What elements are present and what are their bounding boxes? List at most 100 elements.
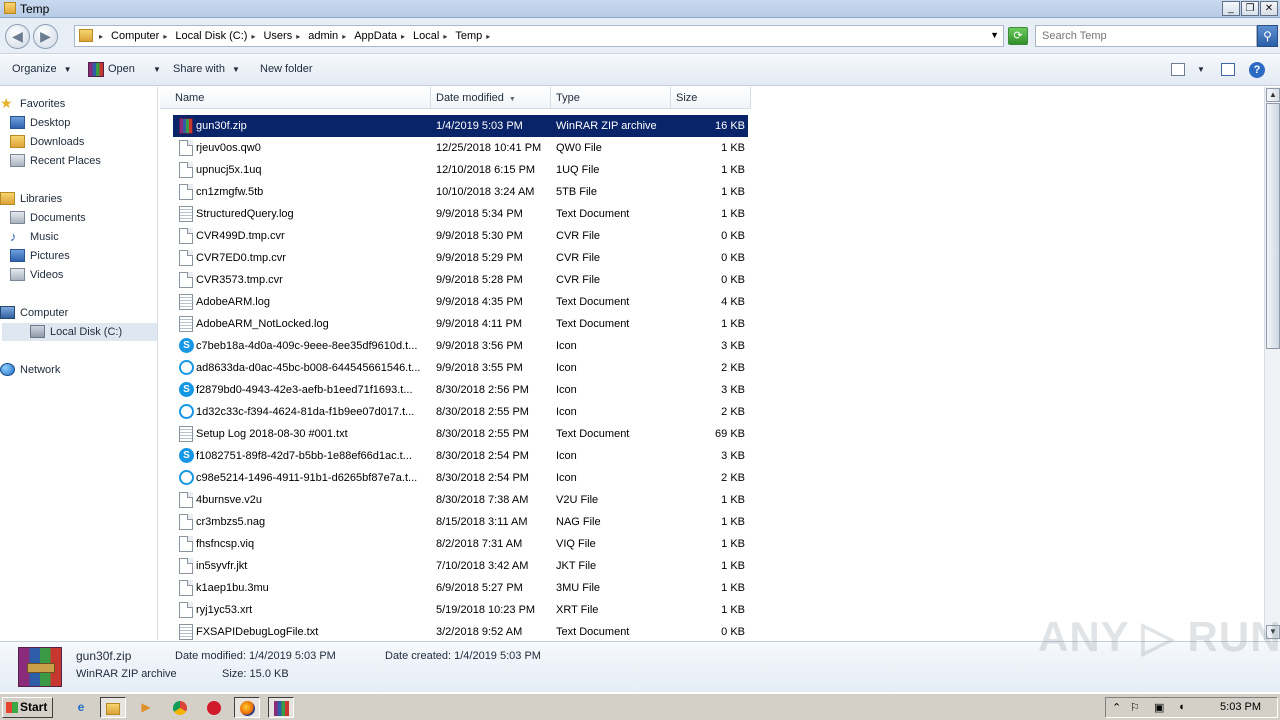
open-button[interactable]: Open: [108, 63, 135, 75]
file-row[interactable]: CVR7ED0.tmp.cvr 9/9/2018 5:29 PM CVR File 0…: [173, 247, 748, 269]
crumb-temp[interactable]: Temp: [455, 30, 482, 42]
file-row[interactable]: AdobeARM.log 9/9/2018 4:35 PM Text Documen…: [173, 291, 748, 313]
clock[interactable]: 5:03 PM: [1220, 701, 1261, 713]
file-row[interactable]: cr3mbzs5.nag 8/15/2018 3:11 AM NAG File 1 K…: [173, 511, 748, 533]
refresh-button[interactable]: ⟳: [1008, 27, 1028, 45]
close-button[interactable]: ✕: [1260, 1, 1278, 16]
chevron-right-icon[interactable]: ▸: [486, 32, 490, 41]
nav-desktop[interactable]: Desktop: [10, 114, 70, 132]
internet-explorer-icon[interactable]: e: [68, 697, 94, 718]
crumb-users[interactable]: Users: [263, 30, 292, 42]
file-row[interactable]: Sf2879bd0-4943-42e3-aefb-b1eed71f1693.t.…: [173, 379, 748, 401]
scroll-up-button[interactable]: ▲: [1266, 88, 1280, 102]
file-row[interactable]: CVR3573.tmp.cvr 9/9/2018 5:28 PM CVR File 0…: [173, 269, 748, 291]
file-row[interactable]: upnucj5x.1uq 12/10/2018 6:15 PM 1UQ File 1 …: [173, 159, 748, 181]
share-with-menu[interactable]: Share with ▼: [173, 63, 240, 75]
column-header-name[interactable]: Name: [160, 87, 431, 109]
help-icon[interactable]: ?: [1249, 62, 1265, 78]
search-box[interactable]: [1035, 25, 1257, 47]
crumb-admin[interactable]: admin: [308, 30, 338, 42]
size-value: 15.0 KB: [249, 668, 289, 680]
firefox-icon[interactable]: [234, 697, 260, 718]
file-row[interactable]: AdobeARM_NotLocked.log 9/9/2018 4:11 PM Te…: [173, 313, 748, 335]
file-row[interactable]: k1aep1bu.3mu 6/9/2018 5:27 PM 3MU File 1 KB: [173, 577, 748, 599]
file-row[interactable]: gun30f.zip 1/4/2019 5:03 PM WinRAR ZIP arc…: [173, 115, 748, 137]
nav-network[interactable]: Network: [0, 361, 60, 379]
size-label: Size:: [222, 668, 247, 680]
file-row[interactable]: in5syvfr.jkt 7/10/2018 3:42 AM JKT File 1 K…: [173, 555, 748, 577]
crumb-computer[interactable]: Computer: [111, 30, 159, 42]
file-size: 1 KB: [721, 538, 745, 550]
search-input[interactable]: [1042, 27, 1242, 45]
start-button[interactable]: Start: [2, 697, 53, 718]
media-player-icon[interactable]: ▶: [133, 697, 159, 718]
crumb-local[interactable]: Local: [413, 30, 439, 42]
back-button[interactable]: ◀: [5, 24, 30, 49]
folder-icon: [106, 702, 120, 715]
file-row[interactable]: 4burnsve.v2u 8/30/2018 7:38 AM V2U File 1 K…: [173, 489, 748, 511]
breadcrumb[interactable]: ▸ Computer ▸ Local Disk (C:) ▸ Users ▸ a…: [74, 25, 1004, 47]
file-date-modified: 9/9/2018 5:29 PM: [436, 252, 523, 264]
nav-videos[interactable]: Videos: [10, 266, 63, 284]
nav-computer[interactable]: Computer: [0, 304, 68, 322]
organize-menu[interactable]: Organize ▼: [12, 63, 72, 75]
chevron-right-icon[interactable]: ▸: [163, 32, 167, 41]
open-dropdown[interactable]: ▼: [146, 63, 161, 75]
file-row[interactable]: Sf1082751-89f8-42d7-b5bb-1e88ef66d1ac.t.…: [173, 445, 748, 467]
column-header-date[interactable]: Date modified ▼: [431, 87, 551, 109]
chevron-right-icon[interactable]: ▸: [296, 32, 300, 41]
chrome-icon[interactable]: [167, 697, 193, 718]
file-row[interactable]: Setup Log 2018-08-30 #001.txt 8/30/2018 2…: [173, 423, 748, 445]
maximize-button[interactable]: ❐: [1241, 1, 1259, 16]
file-size: 1 KB: [721, 604, 745, 616]
chevron-right-icon[interactable]: ▸: [443, 32, 447, 41]
nav-documents[interactable]: Documents: [10, 209, 86, 227]
explorer-taskbar-icon[interactable]: [100, 697, 126, 718]
file-row[interactable]: FXSAPIDebugLogFile.txt 3/2/2018 9:52 AM Te…: [173, 621, 748, 640]
file-row[interactable]: fhsfncsp.viq 8/2/2018 7:31 AM VIQ File 1 KB: [173, 533, 748, 555]
file-date-modified: 9/9/2018 3:56 PM: [436, 340, 523, 352]
opera-icon[interactable]: [201, 697, 227, 718]
chevron-right-icon[interactable]: ▸: [99, 32, 103, 41]
preview-pane-icon[interactable]: [1221, 63, 1235, 76]
nav-favorites[interactable]: ★ Favorites: [0, 95, 65, 113]
network-tray-icon[interactable]: ▣: [1154, 701, 1164, 714]
file-row[interactable]: StructuredQuery.log 9/9/2018 5:34 PM Text …: [173, 203, 748, 225]
file-row[interactable]: ad8633da-d0ac-45bc-b008-644545661546.t..…: [173, 357, 748, 379]
view-options-icon[interactable]: [1171, 63, 1185, 76]
nav-libraries[interactable]: Libraries: [0, 190, 62, 208]
file-row[interactable]: CVR499D.tmp.cvr 9/9/2018 5:30 PM CVR File 0…: [173, 225, 748, 247]
nav-pictures[interactable]: Pictures: [10, 247, 70, 265]
crumb-local-disk[interactable]: Local Disk (C:): [175, 30, 247, 42]
flag-icon[interactable]: ⚐: [1130, 701, 1140, 714]
new-folder-button[interactable]: New folder: [260, 63, 313, 75]
chevron-right-icon[interactable]: ▸: [342, 32, 346, 41]
chevron-down-icon[interactable]: ▼: [990, 30, 999, 40]
view-dropdown[interactable]: ▼: [1190, 63, 1205, 75]
file-row[interactable]: cn1zmgfw.5tb 10/10/2018 3:24 AM 5TB File 1 …: [173, 181, 748, 203]
file-row[interactable]: rjeuv0os.qw0 12/25/2018 10:41 PM QW0 File 1…: [173, 137, 748, 159]
nav-downloads[interactable]: Downloads: [10, 133, 84, 151]
file-row[interactable]: c98e5214-1496-4911-91b1-d6265bf87e7a.t..…: [173, 467, 748, 489]
winrar-taskbar-icon[interactable]: [268, 697, 294, 718]
chevron-right-icon[interactable]: ▸: [401, 32, 405, 41]
details-date-created: Date created: 1/4/2019 5:03 PM: [385, 650, 541, 662]
column-header-type[interactable]: Type: [551, 87, 671, 109]
nav-recent-places[interactable]: Recent Places: [10, 152, 101, 170]
minimize-button[interactable]: _: [1222, 1, 1240, 16]
nav-music[interactable]: ♪ Music: [10, 228, 59, 246]
file-row[interactable]: Sc7beb18a-4d0a-409c-9eee-8ee35df9610d.t.…: [173, 335, 748, 357]
nav-local-disk[interactable]: Local Disk (C:): [2, 323, 157, 341]
column-header-size[interactable]: Size: [671, 87, 751, 109]
file-row[interactable]: 1d32c33c-f394-4624-81da-f1b9ee07d017.t..…: [173, 401, 748, 423]
file-row[interactable]: ryj1yc53.xrt 5/19/2018 10:23 PM XRT File 1 …: [173, 599, 748, 621]
chevron-right-icon[interactable]: ▸: [251, 32, 255, 41]
crumb-appdata[interactable]: AppData: [354, 30, 397, 42]
scroll-thumb[interactable]: [1266, 103, 1280, 349]
open-label: Open: [108, 63, 135, 75]
forward-button[interactable]: ▶: [33, 24, 58, 49]
search-icon[interactable]: ⚲: [1257, 25, 1278, 47]
show-hidden-icons-icon[interactable]: ⌃: [1112, 701, 1121, 714]
vertical-scrollbar[interactable]: ▲ ▼: [1264, 87, 1280, 640]
volume-icon[interactable]: ◖: [1178, 701, 1185, 713]
